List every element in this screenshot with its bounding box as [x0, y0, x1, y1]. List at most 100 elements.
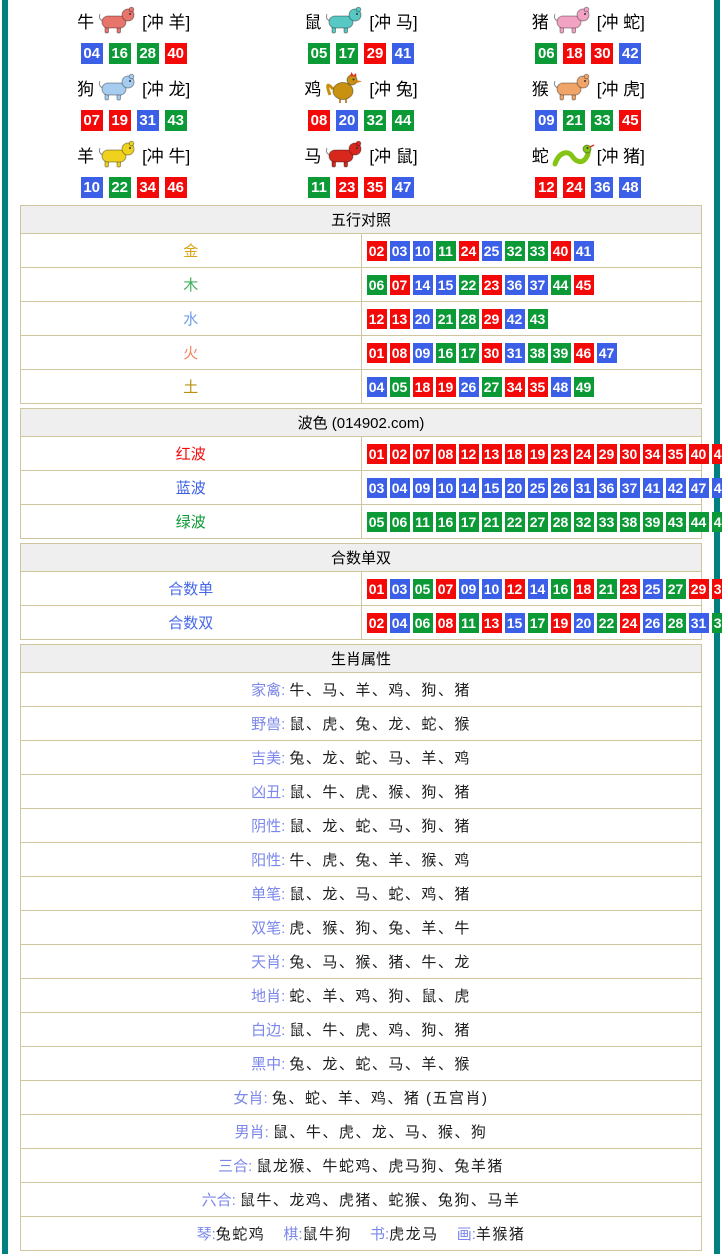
zodiac-title-dog: 狗[冲 龙]: [77, 67, 190, 107]
monkey-icon: [551, 71, 595, 104]
attribute-row-2: 吉美: 兔、龙、蛇、马、羊、鸡: [21, 741, 702, 775]
number-ball-44: 44: [551, 275, 571, 295]
number-ball-20: 20: [336, 110, 358, 131]
number-ball-42: 42: [619, 43, 641, 64]
number-ball-06: 06: [535, 43, 557, 64]
zodiac-title-pig: 猪[冲 蛇]: [532, 0, 645, 40]
zodiac-clash-monkey: [冲 虎]: [597, 75, 645, 100]
zodiac-title-monkey: 猴[冲 虎]: [532, 67, 645, 107]
attribute-label: 家禽:: [251, 682, 289, 699]
attribute-row-12: 女肖: 兔、蛇、羊、鸡、猪 (五宫肖): [21, 1081, 702, 1115]
attribute-row-3: 凶丑: 鼠、牛、虎、猴、狗、猪: [21, 775, 702, 809]
number-ball-04: 04: [390, 613, 410, 633]
number-ball-04: 04: [81, 43, 103, 64]
zodiac-name-pig: 猪: [532, 8, 549, 33]
wave_colors-row-0: 红波0102070812131819232429303435404546: [21, 437, 702, 471]
zodiac-name-snake: 蛇: [532, 142, 549, 167]
number-ball-08: 08: [390, 343, 410, 363]
zodiac-numbers-goat: 10223446: [78, 174, 190, 201]
attribute-label: 阴性:: [251, 818, 289, 835]
attribute-label: 琴:: [197, 1226, 216, 1243]
sum_parity-label-0: 合数单: [21, 572, 362, 606]
number-ball-19: 19: [436, 377, 456, 397]
number-ball-27: 27: [528, 512, 548, 532]
attribute-row-multi: 琴:兔蛇鸡棋:鼠牛狗书:虎龙马画:羊猴猪: [21, 1217, 702, 1251]
number-ball-33: 33: [597, 512, 617, 532]
number-ball-43: 43: [528, 309, 548, 329]
number-ball-29: 29: [597, 444, 617, 464]
wave_colors-label-2: 绿波: [21, 505, 362, 539]
five_elements-row-4: 土04051819262734354849: [21, 370, 702, 404]
zodiac-clash-ox: [冲 羊]: [142, 8, 190, 33]
wave_colors-numbers-1: 03040910141520252631363741424748: [361, 471, 702, 505]
attribute-row-16: 琴:兔蛇鸡棋:鼠牛狗书:虎龙马画:羊猴猪: [21, 1217, 702, 1251]
attribute-label: 双笔:: [251, 920, 289, 937]
number-ball-46: 46: [574, 343, 594, 363]
number-ball-36: 36: [505, 275, 525, 295]
number-ball-37: 37: [528, 275, 548, 295]
number-ball-41: 41: [643, 478, 663, 498]
number-ball-18: 18: [505, 444, 525, 464]
number-ball-18: 18: [563, 43, 585, 64]
number-ball-16: 16: [551, 579, 571, 599]
number-ball-36: 36: [591, 177, 613, 198]
zodiac-name-goat: 羊: [77, 142, 94, 167]
attribute-value: 鼠、牛、虎、龙、马、猴、狗: [273, 1124, 488, 1141]
five_elements-row-2: 水1213202128294243: [21, 302, 702, 336]
number-ball-11: 11: [413, 512, 433, 532]
attribute-row-双笔: 双笔: 虎、猴、狗、兔、羊、牛: [21, 911, 702, 945]
number-ball-06: 06: [390, 512, 410, 532]
number-ball-03: 03: [367, 478, 387, 498]
zodiac-name-dog: 狗: [77, 75, 94, 100]
attribute-row-15: 六合: 鼠牛、龙鸡、虎猪、蛇猴、兔狗、马羊: [21, 1183, 702, 1217]
number-ball-43: 43: [165, 110, 187, 131]
attribute-value: 鼠牛、龙鸡、虎猪、蛇猴、兔狗、马羊: [240, 1192, 521, 1209]
number-ball-29: 29: [482, 309, 502, 329]
attribute-row-8: 天肖: 兔、马、猴、猪、牛、龙: [21, 945, 702, 979]
number-ball-05: 05: [367, 512, 387, 532]
attribute-row-0: 家禽: 牛、马、羊、鸡、狗、猪: [21, 673, 702, 707]
five_elements-numbers-1: 06071415222336374445: [361, 268, 702, 302]
number-ball-11: 11: [436, 241, 456, 261]
attribute-value: 蛇、羊、鸡、狗、鼠、虎: [289, 988, 471, 1005]
number-ball-28: 28: [459, 309, 479, 329]
wave_colors-row-1: 蓝波03040910141520252631363741424748: [21, 471, 702, 505]
attribute-value: 鼠、虎、兔、龙、蛇、猴: [289, 716, 471, 733]
number-ball-45: 45: [619, 110, 641, 131]
number-ball-14: 14: [413, 275, 433, 295]
zodiac-attributes-header: 生肖属性: [21, 645, 702, 673]
attribute-row-9: 地肖: 蛇、羊、鸡、狗、鼠、虎: [21, 979, 702, 1013]
attribute-segment-棋: 棋:鼠牛狗: [283, 1226, 352, 1243]
zodiac-numbers-pig: 06183042: [532, 40, 644, 67]
attribute-value: 兔、龙、蛇、马、羊、猴: [289, 1056, 471, 1073]
attribute-row-白边: 白边: 鼠、牛、虎、鸡、狗、猪: [21, 1013, 702, 1047]
number-ball-18: 18: [413, 377, 433, 397]
number-ball-28: 28: [551, 512, 571, 532]
wave_colors-label-0: 红波: [21, 437, 362, 471]
attribute-value: 兔、龙、蛇、马、羊、鸡: [289, 750, 471, 767]
sum_parity-label-1: 合数双: [21, 606, 362, 640]
number-ball-21: 21: [597, 579, 617, 599]
attribute-segment-书: 书:虎龙马: [370, 1226, 439, 1243]
attribute-row-13: 男肖: 鼠、牛、虎、龙、马、猴、狗: [21, 1115, 702, 1149]
number-ball-21: 21: [563, 110, 585, 131]
attribute-row-6: 单笔: 鼠、龙、马、蛇、鸡、猪: [21, 877, 702, 911]
sum_parity-numbers-0: 0103050709101214161821232527293032343638…: [361, 572, 702, 606]
attribute-row-7: 双笔: 虎、猴、狗、兔、羊、牛: [21, 911, 702, 945]
attribute-value: 虎、猴、狗、兔、羊、牛: [289, 920, 471, 937]
number-ball-03: 03: [390, 241, 410, 261]
number-ball-11: 11: [459, 613, 479, 633]
rat-icon: [323, 4, 367, 37]
number-ball-08: 08: [436, 613, 456, 633]
number-ball-05: 05: [413, 579, 433, 599]
number-ball-03: 03: [390, 579, 410, 599]
number-ball-22: 22: [109, 177, 131, 198]
five_elements-numbers-3: 0108091617303138394647: [361, 336, 702, 370]
number-ball-11: 11: [308, 177, 330, 198]
zodiac-cell-goat: 羊[冲 牛]10223446: [20, 134, 247, 201]
number-ball-04: 04: [367, 377, 387, 397]
attribute-label: 棋:: [283, 1226, 302, 1243]
sum_parity-numbers-1: 0204060811131517192022242628313335373940…: [361, 606, 702, 640]
attribute-row-女肖: 女肖: 兔、蛇、羊、鸡、猪 (五宫肖): [21, 1081, 702, 1115]
number-ball-09: 09: [459, 579, 479, 599]
